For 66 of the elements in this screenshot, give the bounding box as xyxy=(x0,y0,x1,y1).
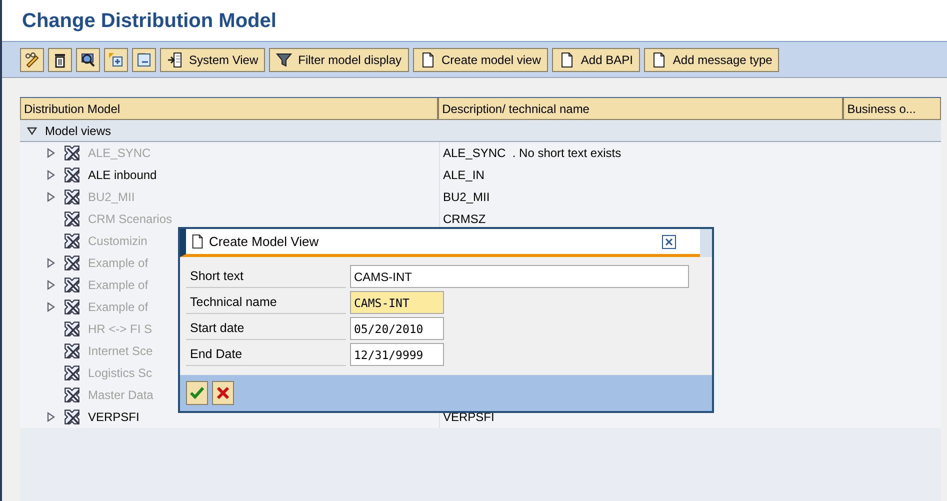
description-text: ALE_IN xyxy=(443,167,484,184)
field-label: End Date xyxy=(189,346,244,363)
expand-arrow-icon[interactable] xyxy=(46,148,56,158)
field-label: Start date xyxy=(189,320,246,337)
confirm-button[interactable] xyxy=(186,381,208,405)
model-view-icon xyxy=(64,189,80,205)
description-text: VERPSFI xyxy=(443,409,494,426)
toolbar-button[interactable]: Add BAPI xyxy=(552,48,640,72)
close-button[interactable] xyxy=(662,234,676,248)
checkmark-icon xyxy=(189,385,205,401)
dialog-icon xyxy=(190,234,205,249)
trash-icon xyxy=(52,52,68,68)
input-field[interactable]: 12/31/9999 xyxy=(350,343,444,366)
model-view-icon xyxy=(64,387,80,403)
page-icon xyxy=(558,52,575,68)
model-view-icon xyxy=(64,299,80,315)
expand-arrow-icon[interactable] xyxy=(46,170,56,180)
expand-arrow-icon[interactable] xyxy=(46,280,56,290)
trash-button[interactable] xyxy=(48,48,72,72)
tree-node[interactable]: VERPSFI xyxy=(88,408,140,426)
model-view-icon xyxy=(64,277,80,293)
funnel-icon xyxy=(276,52,292,68)
toolbar-button[interactable]: Filter model display xyxy=(269,48,409,72)
model-view-icon xyxy=(64,321,80,337)
page-icon xyxy=(420,52,436,68)
pencil-glasses-button[interactable] xyxy=(20,48,44,72)
input-field[interactable]: 05/20/2010 xyxy=(350,317,444,340)
page-icon xyxy=(650,52,667,68)
model-view-icon xyxy=(64,255,80,271)
close-icon xyxy=(664,236,674,246)
cancel-button[interactable] xyxy=(212,381,234,405)
collapse-all-icon xyxy=(136,52,152,68)
input-field[interactable]: CAMS-INT xyxy=(350,291,444,314)
input-field[interactable]: CAMS-INT xyxy=(350,265,689,288)
tree-node[interactable]: Model views xyxy=(45,122,112,140)
model-view-icon xyxy=(64,343,80,359)
pencil-glasses-icon xyxy=(24,52,40,68)
magnifier-button[interactable] xyxy=(76,48,100,72)
model-view-icon xyxy=(64,145,80,161)
window-title: Change Distribution Model xyxy=(22,8,276,34)
collapse-all-button[interactable] xyxy=(132,48,156,72)
expand-arrow-icon[interactable] xyxy=(46,258,56,268)
description-text: BU2_MII xyxy=(443,189,490,206)
exit-arrow-icon xyxy=(167,52,183,68)
collapse-arrow-icon[interactable] xyxy=(27,126,37,136)
magnifier-icon xyxy=(80,52,96,68)
toolbar-button[interactable]: Add message type xyxy=(644,48,780,72)
cross-icon xyxy=(216,386,230,400)
dialog-title: Create Model View xyxy=(209,232,319,251)
expand-arrow-icon[interactable] xyxy=(46,412,56,422)
description-text: ALE_SYNC . No short text exists xyxy=(443,145,622,162)
expand-arrow-icon[interactable] xyxy=(46,192,56,202)
model-view-icon xyxy=(64,365,80,381)
toolbar-button[interactable]: System View xyxy=(160,48,266,72)
expand-all-icon xyxy=(108,52,124,68)
expand-all-button[interactable] xyxy=(104,48,128,72)
model-view-icon xyxy=(64,233,80,249)
field-label: Short text xyxy=(189,268,244,285)
model-view-icon xyxy=(64,167,80,183)
toolbar-button[interactable]: Create model view xyxy=(412,48,548,72)
model-view-icon xyxy=(64,211,80,227)
field-label: Technical name xyxy=(189,294,278,311)
expand-arrow-icon[interactable] xyxy=(46,302,56,312)
model-view-icon xyxy=(64,409,80,425)
description-text: CRMSZ xyxy=(443,211,486,228)
tree-node[interactable]: ALE inbound xyxy=(88,166,157,184)
